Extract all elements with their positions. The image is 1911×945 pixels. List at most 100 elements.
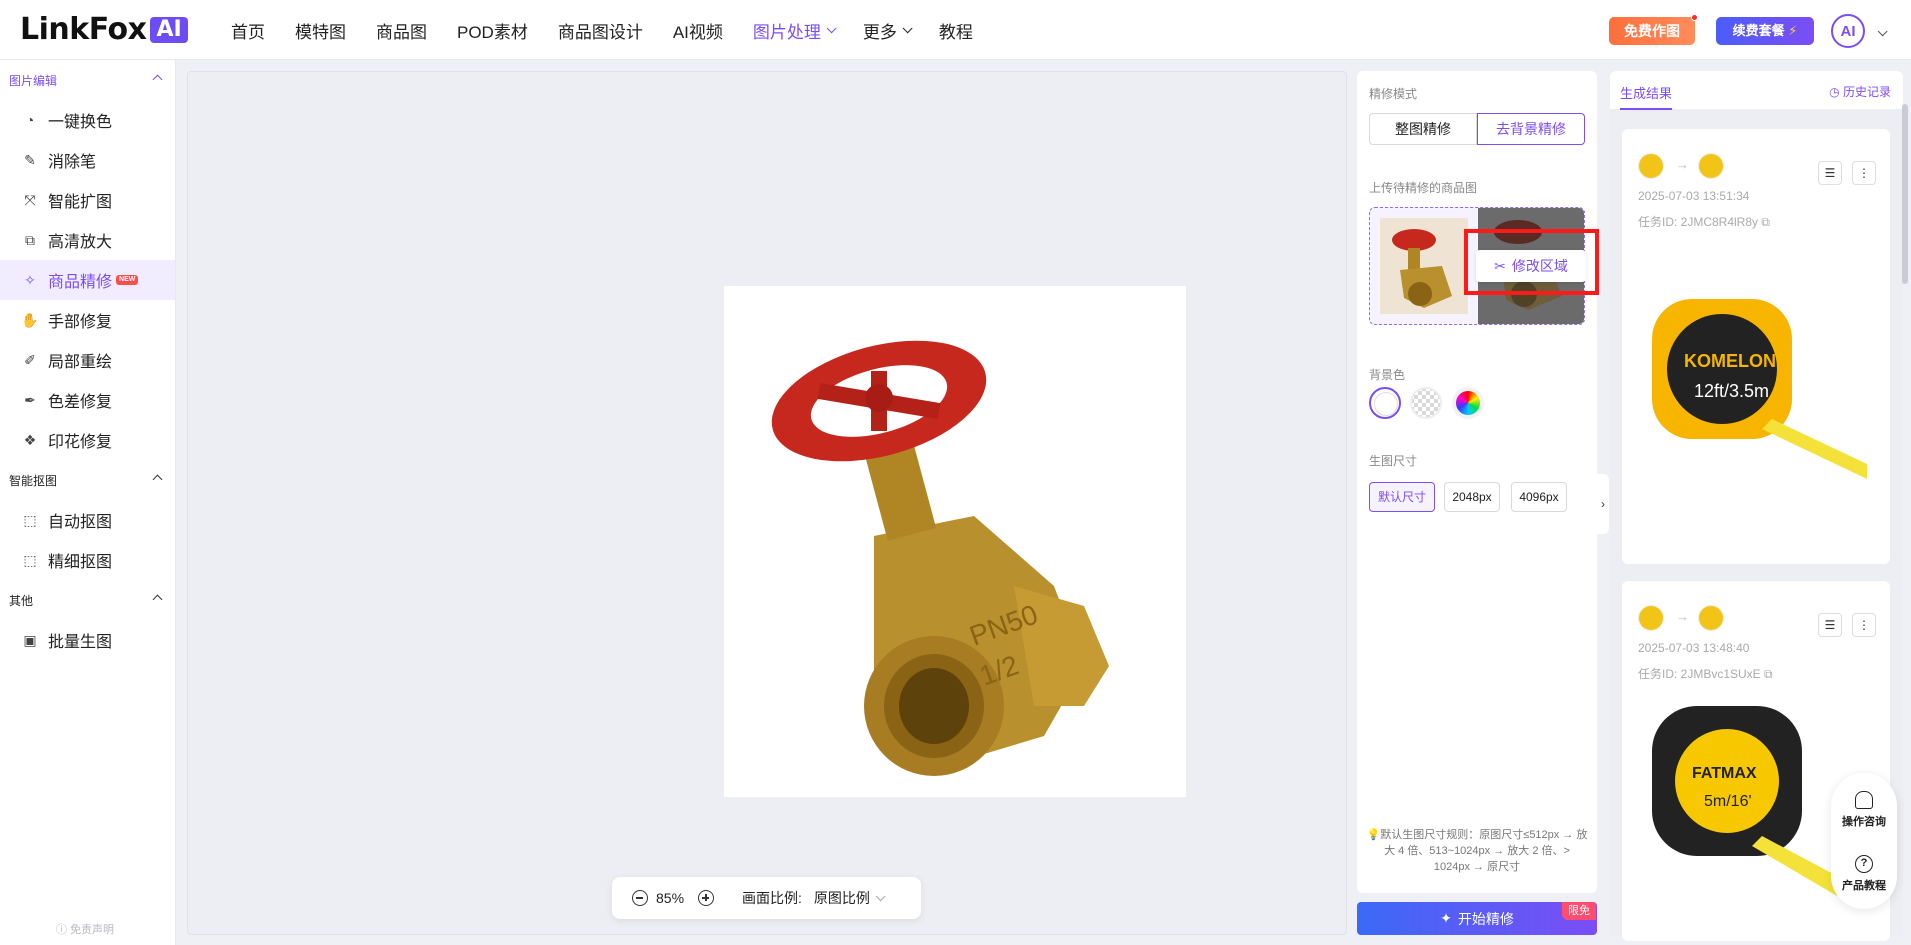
nav-ai-video[interactable]: AI视频 <box>673 18 723 43</box>
more-icon[interactable]: ⋮ <box>1852 161 1876 185</box>
renew-label: 续费套餐 <box>1732 23 1785 38</box>
sidebar-item-label: 精细抠图 <box>48 554 113 571</box>
sidebar-item-label: 色差修复 <box>48 394 113 411</box>
history-label: 历史记录 <box>1842 85 1891 99</box>
sidebar: 图片编辑 ◔ 一键换色 ✎ 消除笔 ⤧ 智能扩图 ⧉ 高清放大 ✧ 商品精修 NEW ✋ 手部… <box>0 60 176 945</box>
nav-product-image[interactable]: 商品图 <box>376 18 427 43</box>
svg-text:KOMELON: KOMELON <box>1684 351 1776 371</box>
chevron-down-icon <box>875 890 886 901</box>
tutorial-button[interactable]: ? 产品教程 <box>1831 855 1897 893</box>
editor-canvas[interactable]: PN50 1/2 <box>187 71 1347 935</box>
bg-custom-color-swatch[interactable] <box>1452 387 1484 419</box>
main-nav: 首页 模特图 商品图 POD素材 商品图设计 AI视频 图片处理 更多 教程 <box>231 0 1003 60</box>
valve-illustration: PN50 1/2 <box>771 340 1109 776</box>
ratio-value: 原图比例 <box>813 890 870 906</box>
sidebar-item-batch[interactable]: ▣ 批量生图 <box>0 620 175 660</box>
sidebar-item-fine-cutout[interactable]: ⬚ 精细抠图 <box>0 540 175 580</box>
card-task-id: 任务ID: 2JMBvc1SUxE ⧉ <box>1638 665 1773 682</box>
tip-text: 默认生图尺寸规则：原图尺寸≤512px → 放大 4 倍、513~1024px … <box>1380 829 1588 873</box>
size-default-button[interactable]: 默认尺寸 <box>1369 482 1435 512</box>
copy-icon[interactable]: ⧉ <box>1764 667 1773 681</box>
sidebar-item-hand-fix[interactable]: ✋ 手部修复 <box>0 300 175 340</box>
section-title: 其他 <box>9 594 34 608</box>
start-retouch-button[interactable]: ✦ 开始精修 <box>1357 902 1597 935</box>
card-date: 2025-07-03 13:48:40 <box>1638 641 1750 655</box>
sidebar-item-label: 商品精修 <box>48 274 113 291</box>
mode-full-retouch[interactable]: 整图精修 <box>1369 113 1477 145</box>
zoom-toolbar: 85% 画面比例: 原图比例 <box>612 877 921 919</box>
consult-button[interactable]: 操作咨询 <box>1831 791 1897 829</box>
bg-white-swatch[interactable] <box>1369 387 1401 419</box>
notification-dot <box>1691 14 1698 21</box>
section-smart-cutout[interactable]: 智能抠图 <box>9 472 163 489</box>
disclaimer-link[interactable]: ⓘ 免责声明 <box>56 921 114 937</box>
avatar[interactable]: AI <box>1831 14 1865 48</box>
free-create-label: 免费作图 <box>1624 23 1680 39</box>
chevron-down-icon[interactable] <box>1872 24 1888 40</box>
bg-color-label: 背景色 <box>1369 368 1406 382</box>
size-rule-tip: 💡默认生图尺寸规则：原图尺寸≤512px → 放大 4 倍、513~1024px… <box>1365 827 1589 875</box>
sidebar-item-label: 手部修复 <box>48 314 113 331</box>
zoom-in-icon[interactable] <box>698 890 715 906</box>
size-4096-button[interactable]: 4096px <box>1511 482 1567 512</box>
free-create-button[interactable]: 免费作图 <box>1609 14 1698 45</box>
ratio-select[interactable]: 原图比例 <box>813 888 886 908</box>
sidebar-item-label: 批量生图 <box>48 634 113 651</box>
copy-icon[interactable]: ⧉ <box>1761 215 1770 229</box>
sidebar-item-recolor[interactable]: ◔ 一键换色 <box>0 100 175 140</box>
limited-free-badge: 限免 <box>1562 902 1596 920</box>
section-image-edit[interactable]: 图片编辑 <box>9 72 163 89</box>
svg-text:FATMAX: FATMAX <box>1692 765 1757 782</box>
nav-product-design[interactable]: 商品图设计 <box>558 18 643 43</box>
mode-bg-removal-retouch[interactable]: 去背景精修 <box>1477 113 1585 145</box>
sidebar-item-label: 一键换色 <box>48 114 113 131</box>
sidebar-item-label: 智能扩图 <box>48 194 113 211</box>
tape-measure-image-2: FATMAX 5m/16' <box>1652 706 1837 896</box>
sidebar-item-color-fix[interactable]: ✒ 色差修复 <box>0 380 175 420</box>
highlight-box <box>1464 229 1599 295</box>
tab-results[interactable]: 生成结果 <box>1620 83 1673 110</box>
mode-label: 精修模式 <box>1369 87 1418 101</box>
nav-model-image[interactable]: 模特图 <box>295 18 346 43</box>
nav-pod[interactable]: POD素材 <box>457 18 528 43</box>
upscale-icon: ⧉ <box>25 231 35 248</box>
result-card[interactable]: → ☰ ⋮ 2025-07-03 13:51:34 任务ID: 2JMC8R4l… <box>1622 129 1890 564</box>
product-image: PN50 1/2 <box>724 286 1186 797</box>
sidebar-item-eraser[interactable]: ✎ 消除笔 <box>0 140 175 180</box>
settings-icon[interactable]: ☰ <box>1818 613 1842 637</box>
sidebar-item-upscale[interactable]: ⧉ 高清放大 <box>0 220 175 260</box>
section-other[interactable]: 其他 <box>9 592 163 609</box>
nav-image-processing[interactable]: 图片处理 <box>753 18 837 43</box>
sidebar-item-expand[interactable]: ⤧ 智能扩图 <box>0 180 175 220</box>
cutout-icon: ⬚ <box>23 511 37 528</box>
svg-text:5m/16': 5m/16' <box>1704 793 1752 810</box>
more-icon[interactable]: ⋮ <box>1852 613 1876 637</box>
logo[interactable]: LinkFox AI <box>20 14 188 46</box>
sidebar-item-label: 印花修复 <box>48 434 113 451</box>
nav-home[interactable]: 首页 <box>231 18 265 43</box>
chevron-down-icon <box>826 22 837 33</box>
top-header: LinkFox AI 首页 模特图 商品图 POD素材 商品图设计 AI视频 图… <box>0 0 1911 60</box>
bg-transparent-swatch[interactable] <box>1410 387 1442 419</box>
nav-more[interactable]: 更多 <box>863 18 913 43</box>
sidebar-item-print-fix[interactable]: ❖ 印花修复 <box>0 420 175 460</box>
expand-icon: ⤧ <box>24 191 36 208</box>
fine-cutout-icon: ⬚ <box>23 551 37 568</box>
start-retouch-label: 开始精修 <box>1457 910 1514 927</box>
arrow-right-icon: → <box>1676 609 1689 624</box>
sidebar-item-label: 消除笔 <box>48 154 97 171</box>
nav-label: 商品图 <box>376 22 427 42</box>
sidebar-item-product-retouch[interactable]: ✧ 商品精修 NEW <box>0 260 175 300</box>
settings-icon[interactable]: ☰ <box>1818 161 1842 185</box>
sidebar-item-auto-cutout[interactable]: ⬚ 自动抠图 <box>0 500 175 540</box>
zoom-out-icon[interactable] <box>632 890 648 906</box>
size-2048-button[interactable]: 2048px <box>1444 482 1500 512</box>
collapse-panel-button[interactable]: › <box>1597 474 1609 534</box>
zoom-level: 85% <box>656 890 685 906</box>
renew-plan-button[interactable]: 续费套餐 ⚡ <box>1716 17 1814 45</box>
sidebar-item-inpaint[interactable]: ✐ 局部重绘 <box>0 340 175 380</box>
history-link[interactable]: ◷ 历史记录 <box>1829 83 1891 100</box>
nav-label: 首页 <box>231 22 265 42</box>
nav-tutorial[interactable]: 教程 <box>939 18 973 43</box>
results-scrollbar[interactable] <box>1902 104 1908 284</box>
